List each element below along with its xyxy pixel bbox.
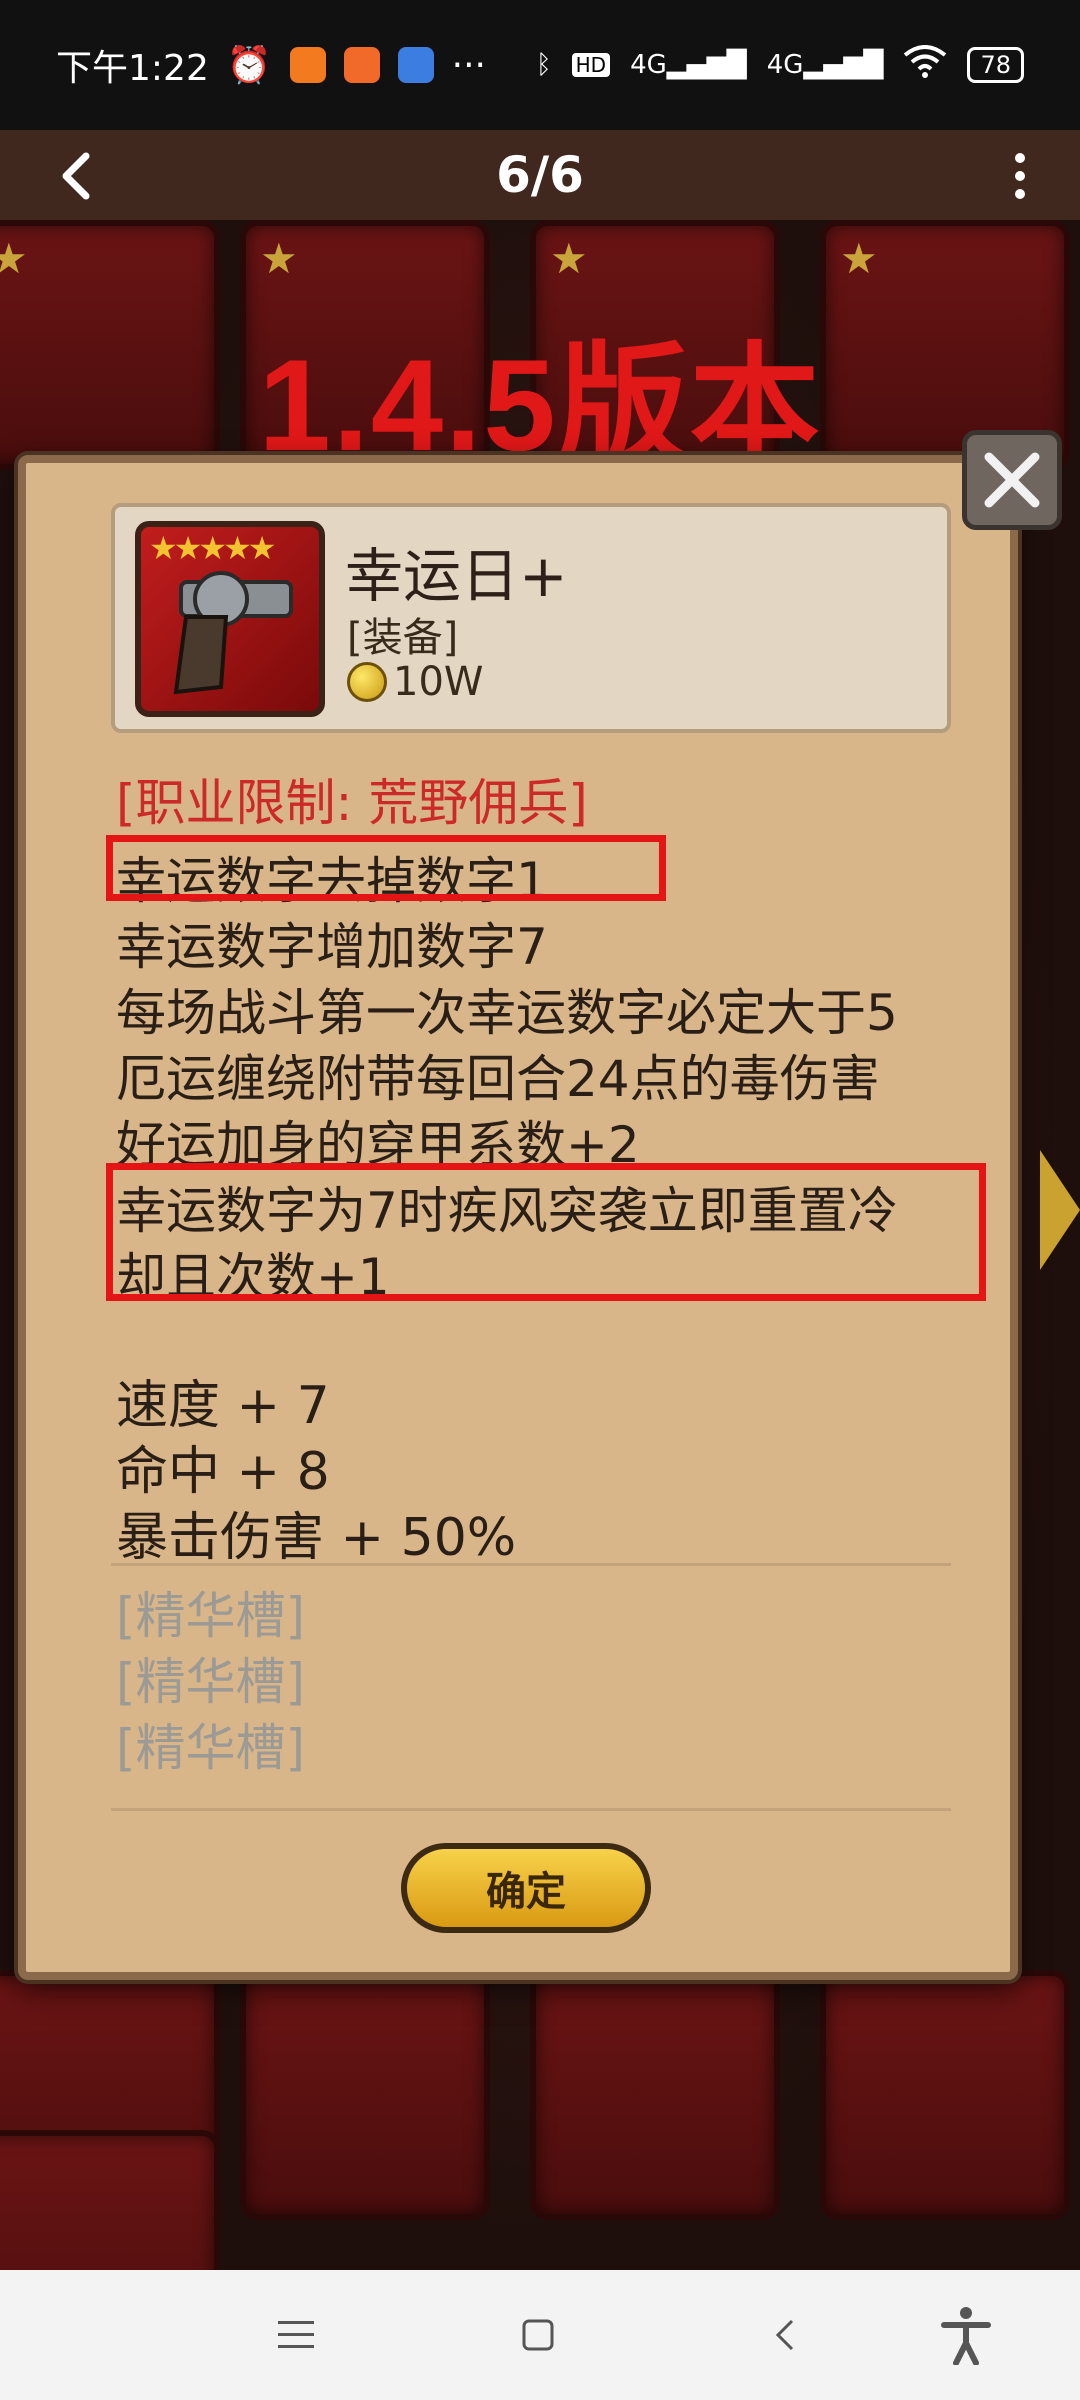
divider: [111, 1808, 951, 1811]
effect-list: 幸运数字去掉数字1 幸运数字增加数字7 每场战斗第一次幸运数字必定大于5 厄运缠…: [116, 848, 996, 1310]
app-notification-icon: [397, 47, 434, 83]
viewer-header: 6/6: [0, 130, 1080, 220]
hd-icon: HD: [571, 53, 611, 77]
more-options-button[interactable]: [1000, 146, 1040, 206]
item-name: 幸运日+: [345, 542, 568, 610]
stat-line: 暴击伤害 + 50%: [116, 1508, 517, 1568]
page-counter: 6/6: [496, 146, 584, 204]
effect-line: 厄运缠绕附带每回合24点的毒伤害: [116, 1050, 880, 1108]
effect-line: 幸运数字为7时疾风突袭立即重置冷: [116, 1182, 898, 1240]
essence-slots: [精华槽] [精华槽] [精华槽]: [116, 1583, 305, 1781]
effect-line: 却且次数+1: [116, 1248, 390, 1306]
status-time: 下午1:22: [56, 48, 209, 89]
class-restriction: [职业限制: 荒野佣兵]: [116, 774, 588, 832]
home-square-icon: [522, 2319, 554, 2351]
navigation-bar: [0, 2270, 1080, 2400]
app-notification-icon: [343, 47, 380, 83]
item-tile[interactable]: [240, 1970, 490, 2220]
item-tile[interactable]: [0, 2130, 220, 2270]
item-card: ★★★★★ 幸运日+ [装备] 10W: [111, 503, 951, 733]
item-tile[interactable]: [820, 1970, 1070, 2220]
item-price: 10W: [347, 659, 483, 705]
coin-icon: [347, 662, 387, 702]
network-label: 4G: [766, 50, 804, 80]
back-nav-button[interactable]: [756, 2305, 816, 2365]
back-chevron-icon: [775, 2319, 794, 2351]
app-notification-icon: [289, 47, 326, 83]
accessibility-icon: [941, 2307, 991, 2365]
effect-line: 每场战斗第一次幸运数字必定大于5: [116, 984, 898, 1042]
back-button[interactable]: [48, 146, 108, 206]
accessibility-button[interactable]: [936, 2305, 996, 2365]
divider: [111, 1563, 951, 1566]
price-value: 10W: [393, 659, 484, 705]
wifi-icon: [903, 44, 947, 86]
battery-icon: 78: [967, 47, 1024, 83]
revolver-icon: ★★★★★: [135, 521, 325, 717]
close-button[interactable]: [962, 430, 1062, 530]
item-type: [装备]: [347, 615, 459, 661]
chevron-left-icon: [62, 152, 90, 200]
essence-slot[interactable]: [精华槽]: [116, 1649, 305, 1715]
alarm-icon: ⏰: [226, 45, 272, 86]
menu-button[interactable]: [266, 2305, 326, 2365]
menu-icon: [278, 2321, 314, 2348]
essence-slot[interactable]: [精华槽]: [116, 1715, 305, 1781]
effect-line: 幸运数字去掉数字1: [116, 852, 548, 910]
confirm-button[interactable]: 确定: [401, 1843, 651, 1933]
network-label: 4G: [630, 50, 667, 80]
signal-icon: 4G▂▄▆█: [630, 50, 747, 80]
stat-line: 速度 + 7: [116, 1376, 330, 1436]
signal-icon: 4G▂▄▆█: [766, 50, 884, 80]
swords-icon: [984, 452, 1040, 508]
item-tile[interactable]: [530, 1970, 780, 2220]
effect-line: 好运加身的穿甲系数+2: [116, 1116, 640, 1174]
status-bar: 下午1:22 ⏰ ··· ᛒ HD 4G▂▄▆█ 4G▂▄▆█ 78: [0, 0, 1080, 130]
item-detail-dialog: ★★★★★ 幸运日+ [装备] 10W [职业限制: 荒野佣兵] 幸运数字去掉数…: [18, 455, 1018, 1980]
essence-slot[interactable]: [精华槽]: [116, 1583, 305, 1649]
more-vertical-icon: [1015, 153, 1025, 199]
stats-list: 速度 + 7 命中 + 8 暴击伤害 + 50%: [116, 1373, 516, 1571]
stat-line: 命中 + 8: [116, 1442, 330, 1502]
more-notifications-icon: ···: [451, 44, 487, 86]
home-button[interactable]: [508, 2305, 568, 2365]
bluetooth-icon: ᛒ: [536, 50, 552, 80]
effect-line: 幸运数字增加数字7: [116, 918, 548, 976]
